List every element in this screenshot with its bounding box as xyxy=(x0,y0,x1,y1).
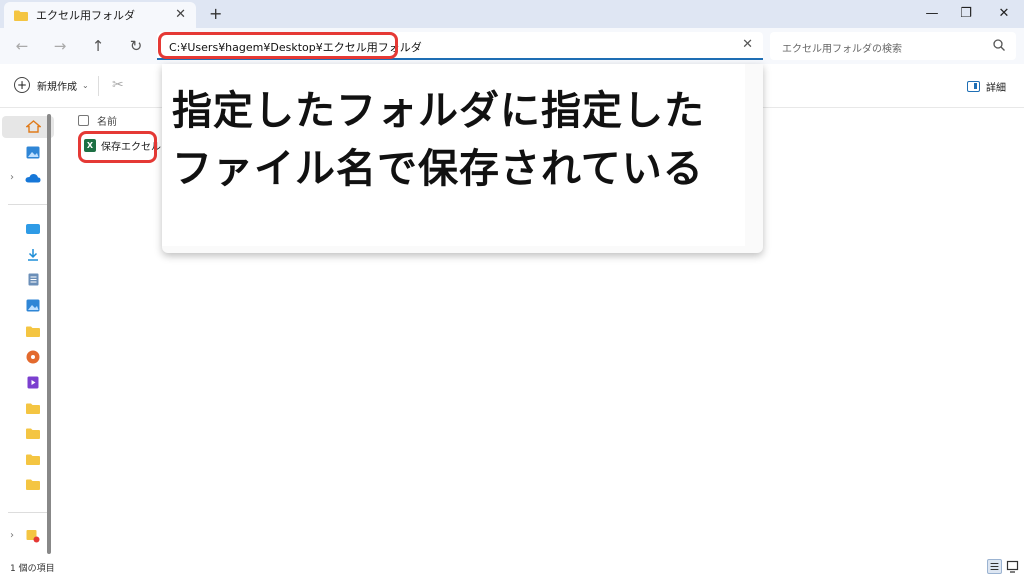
desktop-icon[interactable] xyxy=(26,224,40,234)
column-name-label: 名前 xyxy=(97,117,117,128)
folder-icon[interactable] xyxy=(26,454,40,465)
tab-close-icon[interactable]: ✕ xyxy=(175,7,186,22)
plus-icon: + xyxy=(14,77,30,93)
select-all-checkbox[interactable] xyxy=(78,115,89,126)
nav-divider xyxy=(8,204,48,205)
navigation-bar: ← → ↑ ↻ C:¥Users¥hagem¥Desktop¥エクセル用フォルダ… xyxy=(0,28,1024,64)
documents-icon[interactable] xyxy=(28,273,39,286)
column-header-name[interactable]: 名前 xyxy=(78,113,117,128)
onedrive-icon[interactable] xyxy=(25,173,41,183)
folder-icon[interactable] xyxy=(26,326,40,337)
downloads-icon[interactable] xyxy=(27,248,39,261)
navigation-pane: › › xyxy=(0,108,56,558)
videos-icon[interactable] xyxy=(27,376,39,389)
search-icon xyxy=(993,39,1005,51)
refresh-button[interactable]: ↻ xyxy=(124,34,148,58)
annotation-panel-body: 指定したフォルダに指定した ファイル名で保存されている xyxy=(162,64,745,246)
tab-label: エクセル用フォルダ xyxy=(36,9,135,22)
new-button-label: 新規作成 xyxy=(37,81,77,93)
navigation-scrollbar[interactable] xyxy=(47,114,51,554)
restore-button[interactable]: ❐ xyxy=(948,0,984,26)
music-icon[interactable] xyxy=(26,350,40,364)
cut-icon[interactable]: ✂ xyxy=(112,77,124,93)
back-button[interactable]: ← xyxy=(10,34,34,58)
chevron-down-icon: ⌄ xyxy=(82,80,89,90)
details-button[interactable]: 詳細 xyxy=(967,79,1006,94)
search-placeholder: エクセル用フォルダの検索 xyxy=(782,44,902,55)
pictures-icon[interactable] xyxy=(26,299,40,312)
file-explorer-window: エクセル用フォルダ ✕ + — ❐ ✕ ← → ↑ ↻ C:¥Users¥hag… xyxy=(0,0,1024,576)
up-button[interactable]: ↑ xyxy=(86,34,110,58)
annotation-line-2: ファイル名で保存されている xyxy=(172,146,704,192)
toolbar-divider xyxy=(98,76,99,96)
folder-icon[interactable] xyxy=(26,428,40,439)
tab-current-folder[interactable]: エクセル用フォルダ ✕ xyxy=(4,2,196,28)
minimize-button[interactable]: — xyxy=(914,0,950,26)
item-count: 1 個の項目 xyxy=(10,564,55,574)
annotation-line-1: 指定したフォルダに指定した xyxy=(172,88,705,134)
folder-icon[interactable] xyxy=(26,403,40,414)
details-view-icon[interactable] xyxy=(987,559,1002,574)
search-box[interactable]: エクセル用フォルダの検索 xyxy=(770,32,1016,60)
nav-divider xyxy=(8,512,48,513)
chevron-right-icon[interactable]: › xyxy=(10,172,14,183)
new-tab-button[interactable]: + xyxy=(209,4,222,23)
home-icon xyxy=(26,120,41,133)
window-close-button[interactable]: ✕ xyxy=(986,0,1022,26)
gallery-icon[interactable] xyxy=(26,146,40,159)
forward-button[interactable]: → xyxy=(48,34,72,58)
address-clear-icon[interactable]: ✕ xyxy=(742,37,753,52)
details-pane-icon xyxy=(967,81,980,92)
this-pc-icon[interactable] xyxy=(26,529,40,543)
status-bar: 1 個の項目 xyxy=(0,558,1024,576)
annotation-panel: 指定したフォルダに指定した ファイル名で保存されている xyxy=(162,64,763,253)
folder-icon xyxy=(14,10,28,21)
new-button[interactable]: + 新規作成 ⌄ xyxy=(14,77,89,93)
file-highlight-frame xyxy=(78,131,157,163)
address-highlight-frame xyxy=(158,32,398,59)
tiles-view-icon[interactable] xyxy=(1005,559,1020,574)
title-bar: エクセル用フォルダ ✕ + — ❐ ✕ xyxy=(0,0,1024,28)
chevron-right-icon[interactable]: › xyxy=(10,530,14,541)
folder-icon[interactable] xyxy=(26,479,40,490)
details-label: 詳細 xyxy=(986,83,1006,94)
